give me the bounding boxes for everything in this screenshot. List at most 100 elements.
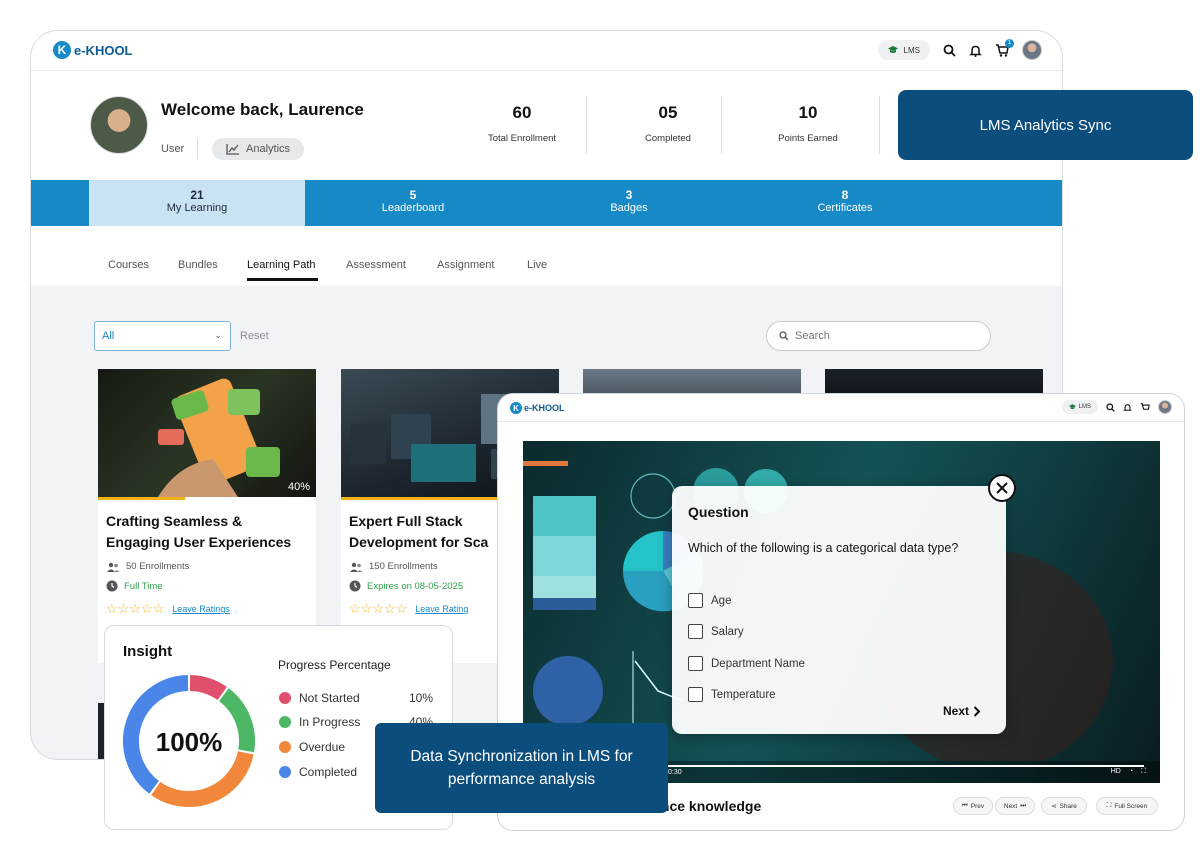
share-label: Share	[1059, 802, 1077, 810]
fullscreen-button[interactable]: ⛶ Full Screen	[1096, 797, 1158, 815]
reset-button[interactable]: Reset	[240, 330, 269, 342]
fullscreen-icon[interactable]: ⛶	[1141, 768, 1146, 776]
data-sync-line1: Data Synchronization in LMS for	[410, 748, 633, 765]
lms-pill[interactable]: LMS	[1061, 400, 1098, 414]
speed-icon[interactable]: ◔	[1129, 768, 1133, 776]
progress-title: Progress Percentage	[278, 658, 391, 672]
next-icon: ⏭	[1020, 802, 1027, 809]
subtab-assessment[interactable]: Assessment	[346, 259, 406, 271]
tab-count: 21	[190, 188, 204, 202]
subtab-courses[interactable]: Courses	[108, 259, 149, 271]
subtab-bundles[interactable]: Bundles	[178, 259, 218, 271]
brand-logo[interactable]: K e-KHOOL	[53, 41, 133, 59]
tab-label: Certificates	[817, 202, 873, 214]
option-label: Temperature	[711, 688, 776, 701]
legend-dot	[279, 692, 291, 704]
brand-name: e-KHOOL	[524, 403, 565, 413]
user-avatar[interactable]	[1022, 40, 1042, 60]
subtab-assignment[interactable]: Assignment	[437, 259, 494, 271]
quiz-option[interactable]: Department Name	[688, 656, 805, 671]
quiz-option[interactable]: Salary	[688, 624, 744, 639]
tab-count: 8	[841, 188, 849, 202]
donut-segment-overdue	[151, 750, 254, 807]
quiz-next-button[interactable]: Next	[943, 704, 981, 718]
filter-select[interactable]: All ⌄	[94, 321, 231, 351]
search-placeholder: Search	[795, 330, 830, 342]
next-label: Next	[1003, 802, 1018, 810]
leave-ratings-link[interactable]: Leave Rating	[415, 604, 468, 614]
users-icon	[106, 562, 120, 572]
search-icon[interactable]	[943, 44, 956, 57]
progress-percent: 40%	[287, 481, 310, 493]
search-input[interactable]: Search	[766, 321, 991, 351]
donut-center-value: 100%	[156, 727, 223, 757]
fullscreen-label: Full Screen	[1114, 802, 1148, 810]
tab-badges[interactable]: 3 Badges	[521, 180, 737, 226]
hd-icon[interactable]: HD	[1111, 768, 1121, 776]
top-tools: LMS	[1061, 400, 1172, 414]
brand-name: e-KHOOL	[74, 42, 133, 58]
legend-not-started: Not Started 10%	[279, 691, 433, 705]
donut-segment-not-started	[189, 675, 227, 701]
course-title-line1: Crafting Seamless &	[106, 513, 243, 529]
cart-icon[interactable]	[1140, 402, 1150, 412]
close-icon	[996, 482, 1008, 494]
chart-line-icon	[226, 143, 240, 155]
analytics-label: Analytics	[246, 143, 291, 155]
top-navbar: K e-KHOOL LMS 1	[31, 31, 1062, 71]
graduation-cap-icon	[1068, 404, 1076, 410]
quiz-question: Which of the following is a categorical …	[688, 541, 959, 555]
tab-certificates[interactable]: 8 Certificates	[737, 180, 953, 226]
legend-label: Not Started	[299, 691, 360, 705]
close-button[interactable]	[988, 474, 1016, 502]
bell-icon[interactable]	[969, 44, 982, 57]
graduation-cap-icon	[887, 46, 898, 54]
welcome-text: Welcome back, Laurence	[161, 100, 364, 119]
enrollments: 50 Enrollments	[98, 553, 316, 572]
quiz-option[interactable]: Temperature	[688, 687, 776, 702]
legend-in-progress: In Progress 40%	[279, 715, 433, 729]
brand-logo[interactable]: K e-KHOOL	[510, 402, 565, 414]
tab-leaderboard[interactable]: 5 Leaderboard	[305, 180, 521, 226]
analytics-button[interactable]: Analytics	[212, 138, 305, 160]
share-button[interactable]: ⋖ Share	[1041, 797, 1087, 815]
option-label: Age	[711, 594, 732, 607]
quiz-next-label: Next	[943, 704, 970, 718]
course-card[interactable]: 40% Crafting Seamless & Engaging User Exp…	[98, 369, 316, 663]
checkbox[interactable]	[688, 656, 703, 671]
share-icon: ⋖	[1051, 803, 1057, 810]
legend-label: In Progress	[299, 715, 361, 729]
video-top-navbar: K e-KHOOL LMS	[498, 394, 1184, 422]
prev-button[interactable]: ⏮ Prev	[953, 797, 993, 815]
user-avatar[interactable]	[1158, 400, 1172, 414]
rating-stars[interactable]: ☆☆☆☆☆ Leave Ratings	[98, 592, 316, 617]
bell-icon[interactable]	[1123, 403, 1132, 412]
data-sync-banner: Data Synchronization in LMS for performa…	[375, 723, 668, 813]
stat-label: Total Enrollment	[487, 133, 557, 144]
search-icon[interactable]	[1106, 402, 1115, 412]
duration: Full Time	[98, 572, 316, 592]
checkbox[interactable]	[688, 687, 703, 702]
legend-completed: Completed	[279, 765, 357, 779]
leave-ratings-link[interactable]: Leave Ratings	[172, 604, 230, 614]
quiz-option[interactable]: Age	[688, 593, 731, 608]
checkbox[interactable]	[688, 624, 703, 639]
insight-title: Insight	[123, 643, 173, 660]
brand-mark: K	[53, 41, 71, 59]
stat-label: Points Earned	[778, 133, 838, 144]
lms-pill[interactable]: LMS	[877, 40, 930, 60]
brand-mark: K	[510, 402, 522, 414]
cart-icon[interactable]: 1	[995, 38, 1014, 57]
filter-value: All	[102, 330, 115, 342]
star-icon: ☆☆☆☆☆	[106, 601, 165, 616]
subtab-learning-path[interactable]: Learning Path	[247, 259, 317, 281]
stat-total-enrollment: 60 Total Enrollment	[462, 103, 582, 144]
clock-icon	[106, 580, 118, 592]
expand-icon: ⛶	[1106, 802, 1112, 809]
next-button[interactable]: Next ⏭	[995, 797, 1035, 815]
subtab-live[interactable]: Live	[527, 259, 547, 271]
tab-my-learning[interactable]: 21 My Learning	[89, 180, 305, 233]
checkbox[interactable]	[688, 593, 703, 608]
chevron-right-icon	[973, 705, 981, 717]
course-thumbnail: 40%	[98, 369, 316, 497]
